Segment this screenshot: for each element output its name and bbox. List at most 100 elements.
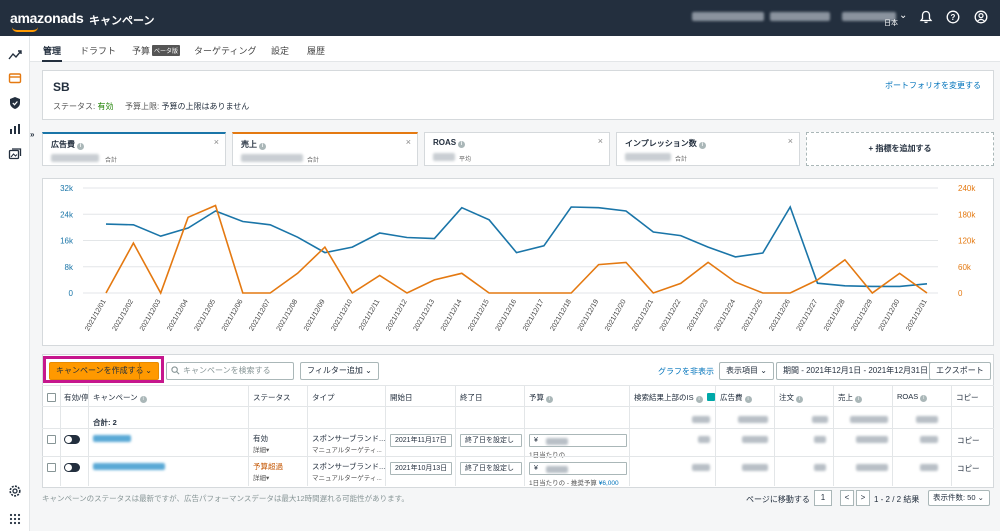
metric-card-roas[interactable]: ROAS i × 平均 bbox=[424, 132, 610, 166]
copy-link[interactable]: コピー bbox=[957, 435, 980, 446]
tab-settings[interactable]: 設定 bbox=[271, 44, 289, 57]
active-tab-indicator bbox=[42, 60, 62, 62]
status-details-dropdown[interactable]: 詳細▾ bbox=[253, 472, 269, 482]
col-header-sales[interactable]: 売上 i bbox=[838, 392, 862, 403]
hide-graph-link[interactable]: グラフを非表示 bbox=[658, 366, 714, 377]
marketplace-label[interactable]: 日本 bbox=[884, 18, 898, 28]
col-header-spend[interactable]: 広告費 i bbox=[720, 392, 752, 403]
close-icon[interactable]: × bbox=[406, 137, 411, 147]
x-tick-label: 2021/12/21 bbox=[631, 298, 655, 332]
user-profile-icon[interactable] bbox=[974, 10, 988, 24]
date-range-button[interactable]: 期間 - 2021年12月1日 - 2021年12月31日 bbox=[776, 362, 935, 380]
total-sales-redacted bbox=[850, 416, 888, 423]
row-checkbox[interactable] bbox=[47, 435, 56, 444]
metric-card-sales[interactable]: 売上 i × 合計 bbox=[232, 132, 418, 166]
budget-input[interactable]: ¥ bbox=[529, 462, 627, 475]
metric-sub: 合計 bbox=[675, 157, 688, 163]
status-details-dropdown[interactable]: 詳細▾ bbox=[253, 444, 269, 454]
campaign-name: SB bbox=[53, 80, 70, 94]
col-header-type[interactable]: タイプ bbox=[312, 392, 335, 403]
prev-page-button[interactable]: < bbox=[840, 490, 854, 506]
select-all-checkbox[interactable] bbox=[47, 393, 56, 402]
col-header-status[interactable]: ステータス bbox=[253, 392, 291, 403]
col-header-campaign[interactable]: キャンペーン i bbox=[93, 392, 147, 403]
end-date-field[interactable]: 終了日を設定し bbox=[460, 434, 522, 447]
add-filter-button[interactable]: フィルター追加 ⌄ bbox=[300, 362, 379, 380]
row-orders-redacted bbox=[814, 436, 826, 443]
page-title: キャンペーン bbox=[89, 15, 155, 27]
change-portfolio-link[interactable]: ポートフォリオを変更する bbox=[885, 80, 981, 91]
col-header-orders[interactable]: 注文 i bbox=[779, 392, 803, 403]
col-header-start-date[interactable]: 開始日 bbox=[390, 392, 413, 403]
per-page-select[interactable]: 表示件数: 50 ⌄ bbox=[928, 490, 990, 506]
campaign-name-link-redacted[interactable] bbox=[93, 463, 165, 470]
shield-icon[interactable] bbox=[8, 96, 22, 110]
suggested-budget-link[interactable]: ¥6,000 bbox=[599, 480, 619, 487]
bell-icon[interactable] bbox=[919, 10, 933, 24]
y-left-tick-label: 0 bbox=[69, 289, 74, 298]
active-toggle[interactable] bbox=[64, 463, 80, 472]
settings-gear-icon[interactable] bbox=[8, 484, 22, 498]
x-tick-label: 2021/12/03 bbox=[139, 298, 163, 332]
bar-chart-icon[interactable] bbox=[8, 122, 22, 136]
trending-icon[interactable] bbox=[8, 48, 22, 62]
col-header-budget[interactable]: 予算 i bbox=[529, 392, 553, 403]
campaign-name-link-redacted[interactable] bbox=[93, 435, 131, 442]
copy-link[interactable]: コピー bbox=[957, 463, 980, 474]
media-library-icon[interactable] bbox=[8, 147, 22, 161]
amazon-ads-logo[interactable]: amazonads bbox=[10, 10, 84, 26]
tab-targeting[interactable]: ターゲティング bbox=[194, 44, 256, 57]
left-navigation bbox=[0, 36, 30, 531]
page-number-input[interactable]: 1 bbox=[814, 490, 832, 506]
tab-drafts[interactable]: ドラフト bbox=[80, 44, 116, 57]
active-toggle[interactable] bbox=[64, 435, 80, 444]
next-page-button[interactable]: > bbox=[856, 490, 870, 506]
budget-sub: 1日当たりの bbox=[529, 449, 565, 459]
info-icon: i bbox=[546, 396, 553, 403]
tab-manage[interactable]: 管理 bbox=[43, 44, 61, 57]
row-checkbox[interactable] bbox=[47, 463, 56, 472]
metric-card-impressions[interactable]: インプレッション数 i × 合計 bbox=[616, 132, 800, 166]
info-icon: i bbox=[920, 395, 928, 402]
x-tick-label: 2021/12/13 bbox=[413, 298, 437, 332]
campaign-search-input[interactable]: キャンペーンを検索する bbox=[166, 362, 294, 380]
expand-sidebar-icon[interactable]: » bbox=[30, 130, 38, 144]
end-date-field[interactable]: 終了日を設定し bbox=[460, 462, 522, 475]
campaign-manager-icon[interactable] bbox=[8, 71, 22, 85]
total-orders-redacted bbox=[812, 416, 828, 423]
tab-history[interactable]: 履歴 bbox=[307, 44, 325, 57]
y-left-tick-label: 32k bbox=[60, 184, 74, 193]
header-divider bbox=[42, 406, 994, 407]
metric-card-spend[interactable]: 広告費 i × 合計 bbox=[42, 132, 226, 166]
export-button[interactable]: エクスポート bbox=[929, 362, 991, 380]
col-header-top-of-search-is[interactable]: 検索結果上部のIS i bbox=[634, 392, 715, 403]
x-tick-label: 2021/12/24 bbox=[714, 298, 738, 332]
col-header-roas[interactable]: ROAS i bbox=[897, 392, 928, 402]
budget-input[interactable]: ¥ bbox=[529, 434, 627, 447]
apps-grid-icon[interactable] bbox=[8, 512, 22, 526]
x-tick-label: 2021/12/10 bbox=[330, 298, 354, 332]
budget-sub: 1日当たりの - 推奨予算 ¥6,000 bbox=[529, 480, 619, 487]
account-chevron-down-icon[interactable]: ⌄ bbox=[899, 10, 907, 21]
col-header-copy[interactable]: コピー bbox=[956, 392, 979, 403]
row-type: スポンサーブランド... bbox=[312, 434, 386, 443]
info-icon: i bbox=[796, 396, 803, 403]
display-items-button[interactable]: 表示項目 ⌄ bbox=[719, 362, 774, 380]
col-header-active[interactable]: 有効/停 bbox=[64, 392, 89, 403]
totals-divider bbox=[42, 428, 994, 429]
row-spend-redacted bbox=[742, 464, 768, 471]
close-icon[interactable]: × bbox=[788, 136, 793, 146]
row-type-sub: マニュアルターゲティ... bbox=[312, 475, 382, 482]
add-metric-button[interactable]: + 指標を追加する bbox=[806, 132, 994, 166]
start-date-field[interactable]: 2021年11月17日 bbox=[390, 434, 452, 447]
start-date-field[interactable]: 2021年10月13日 bbox=[390, 462, 452, 475]
close-icon[interactable]: × bbox=[598, 136, 603, 146]
col-header-end-date[interactable]: 終了日 bbox=[460, 392, 483, 403]
y-left-tick-label: 24k bbox=[60, 210, 74, 219]
performance-chart: 0 08k 60k16k 120k24k 180k32k 240k2021/12/01 20… bbox=[60, 184, 976, 332]
close-icon[interactable]: × bbox=[214, 137, 219, 147]
total-roas-redacted bbox=[916, 416, 938, 423]
data-delay-note: キャンペーンのステータスは最新ですが、広告パフォーマンスデータは最大12時間遅れ… bbox=[42, 494, 409, 503]
help-icon[interactable]: ? bbox=[946, 10, 960, 24]
tab-budget[interactable]: 予算 ベータ版 bbox=[132, 44, 181, 57]
